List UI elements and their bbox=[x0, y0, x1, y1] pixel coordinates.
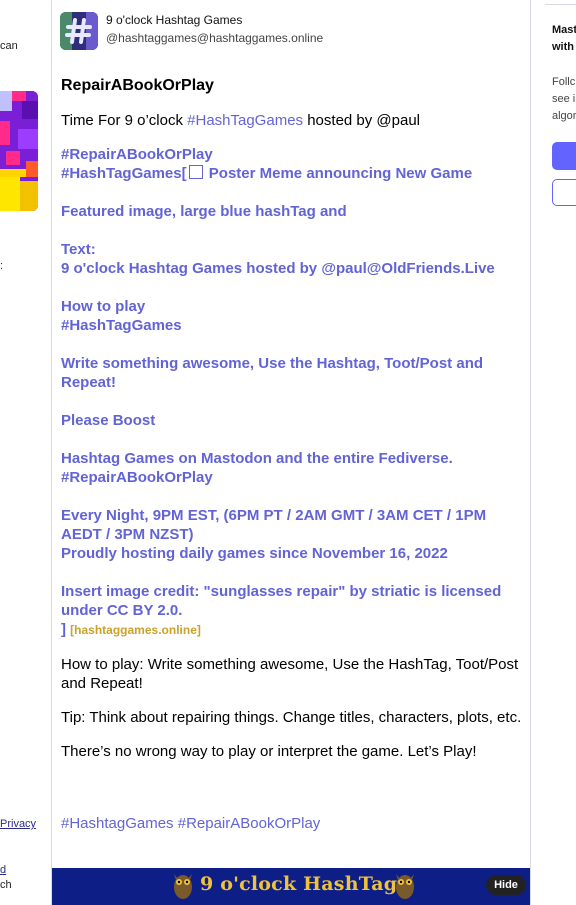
howto-label: How to play bbox=[61, 298, 146, 315]
left-colon: : bbox=[0, 260, 4, 272]
write-line: Write something awesome, Use the Hashtag… bbox=[61, 355, 484, 391]
image-credit: Insert image credit: "sunglasses repair"… bbox=[61, 583, 502, 619]
bracket: ] bbox=[61, 621, 71, 638]
hashtag-avatar-icon bbox=[60, 12, 98, 50]
hashtag-link[interactable]: #HashTagGames[ bbox=[61, 165, 187, 182]
secondary-button[interactable] bbox=[552, 179, 576, 206]
right-heading-line2: with bbox=[552, 41, 574, 53]
footer-hashtags: #HashtagGames #RepairABookOrPlay bbox=[61, 814, 523, 833]
right-sidebar: Mast with Follc see i algor bbox=[543, 0, 576, 905]
text-line: 9 o'clock Hashtag Games hosted by @paul@… bbox=[61, 260, 495, 277]
tip-text: Tip: Think about repairing things. Chang… bbox=[61, 709, 522, 726]
owl-icon bbox=[174, 874, 192, 899]
broken-image-icon bbox=[188, 165, 203, 179]
author-avatar[interactable] bbox=[60, 12, 98, 50]
right-text-line1: Follc bbox=[552, 76, 576, 88]
primary-button[interactable] bbox=[552, 142, 576, 170]
left-link-fragment[interactable]: d bbox=[0, 864, 6, 876]
hashtag-link[interactable]: #HashTagGames bbox=[61, 316, 523, 335]
credit-line: ] [hashtaggames.online] bbox=[61, 620, 523, 640]
how-to-play-text: How to play: Write something awesome, Us… bbox=[61, 656, 519, 692]
domain-link[interactable]: [hashtaggames.online] bbox=[70, 623, 201, 637]
post-column: 9 o'clock Hashtag Games @hashtaggames@ha… bbox=[51, 0, 531, 905]
right-text-line2: see i bbox=[552, 93, 576, 105]
poster-line: #HashTagGames[ Poster Meme announcing Ne… bbox=[61, 164, 523, 183]
right-heading-line1: Mast bbox=[552, 24, 576, 36]
author-handle[interactable]: @hashtaggames@hashtaggames.online bbox=[106, 31, 323, 45]
post-title: RepairABookOrPlay bbox=[61, 77, 214, 94]
banner-image: 9 o'clock HashTags Hide bbox=[52, 868, 530, 905]
thumbnail-art bbox=[0, 91, 38, 211]
right-text-line3: algor bbox=[552, 110, 576, 122]
post-intro: Time For 9 o’clock #HashTagGames hosted … bbox=[61, 111, 523, 130]
text-label: Text: bbox=[61, 241, 96, 258]
banner-title: 9 o'clock HashTags bbox=[200, 873, 409, 895]
hashtag-link[interactable]: #RepairABookOrPlay bbox=[178, 815, 321, 832]
hide-button[interactable]: Hide bbox=[486, 875, 526, 895]
no-wrong-text: There’s no wrong way to play or interpre… bbox=[61, 743, 477, 760]
featured-line: Featured image, large blue hashTag and bbox=[61, 203, 347, 220]
hashtag-line[interactable]: #RepairABookOrPlay bbox=[61, 145, 523, 164]
boost-line: Please Boost bbox=[61, 412, 156, 429]
left-sidebar: can : Privacy d ch bbox=[0, 0, 42, 905]
fediverse-line: Hashtag Games on Mastodon and the entire… bbox=[61, 450, 453, 467]
schedule-line: Every Night, 9PM EST, (6PM PT / 2AM GMT … bbox=[61, 507, 487, 543]
intro-suffix: hosted by @paul bbox=[303, 112, 421, 129]
hashtag-link[interactable]: #HashtagGames bbox=[61, 815, 174, 832]
hashtag-link[interactable]: #RepairABookOrPlay bbox=[61, 468, 523, 487]
poster-text: Poster Meme announcing New Game bbox=[204, 165, 473, 182]
left-thumbnail-image[interactable] bbox=[0, 91, 38, 211]
since-line: Proudly hosting daily games since Novemb… bbox=[61, 545, 448, 562]
left-text-fragment: can bbox=[0, 40, 18, 52]
intro-prefix: Time For 9 o’clock bbox=[61, 112, 188, 129]
owl-icon bbox=[396, 874, 414, 899]
hashtag-link[interactable]: #HashTagGames bbox=[187, 112, 303, 129]
author-display-name[interactable]: 9 o'clock Hashtag Games bbox=[106, 13, 242, 27]
divider bbox=[545, 4, 576, 5]
privacy-link[interactable]: Privacy bbox=[0, 818, 36, 830]
post-content: RepairABookOrPlay Time For 9 o’clock #Ha… bbox=[61, 76, 523, 833]
left-text-bottom: ch bbox=[0, 879, 12, 891]
